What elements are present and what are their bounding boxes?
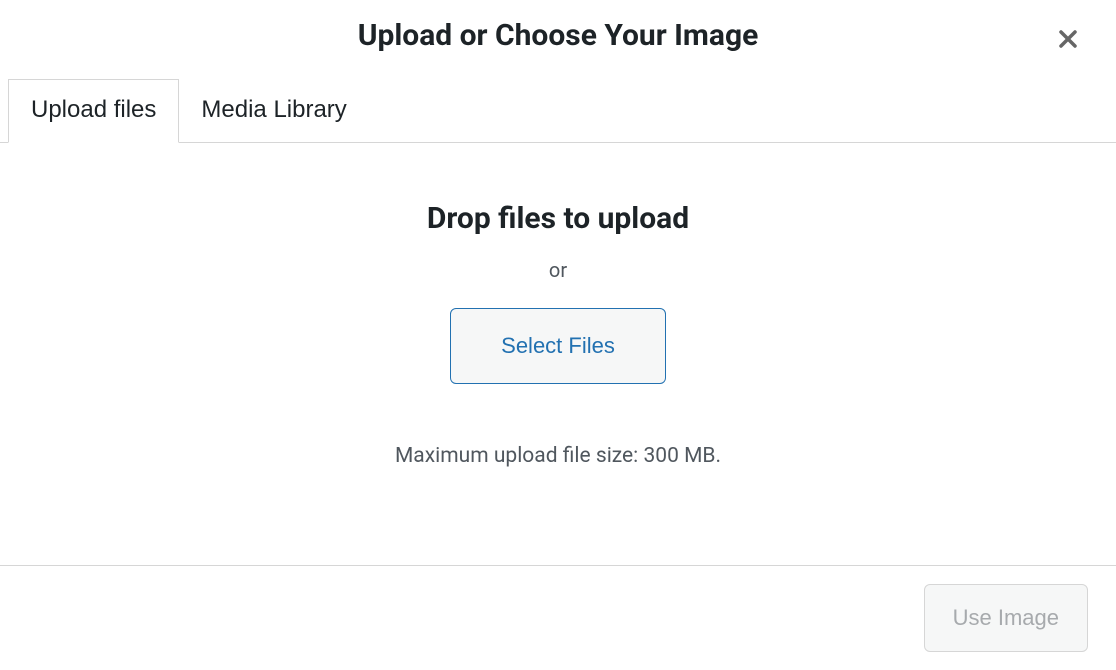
drop-files-heading: Drop files to upload: [0, 201, 1116, 236]
modal-footer: Use Image: [0, 565, 1116, 670]
close-icon: [1056, 27, 1080, 54]
select-files-button[interactable]: Select Files: [450, 308, 666, 384]
close-button[interactable]: [1054, 26, 1082, 54]
upload-area: Drop files to upload or Select Files Max…: [0, 143, 1116, 508]
modal-header: Upload or Choose Your Image: [0, 0, 1116, 79]
max-upload-size-text: Maximum upload file size: 300 MB.: [0, 444, 1116, 468]
use-image-button[interactable]: Use Image: [924, 584, 1088, 652]
modal-title: Upload or Choose Your Image: [0, 18, 1116, 53]
or-text: or: [0, 258, 1116, 282]
tab-media-library[interactable]: Media Library: [179, 79, 368, 142]
tab-bar: Upload files Media Library: [0, 79, 1116, 143]
tab-upload-files[interactable]: Upload files: [8, 79, 179, 143]
